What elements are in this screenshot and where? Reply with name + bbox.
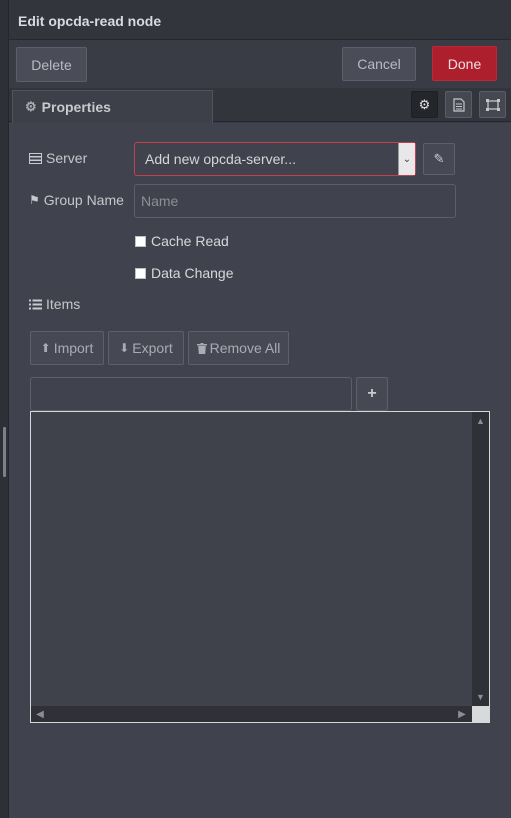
tray-toolbar: Delete Cancel Done xyxy=(9,40,511,88)
export-button[interactable]: ⬇ Export xyxy=(108,331,184,365)
tray-header: Edit opcda-read node xyxy=(9,0,511,40)
vertical-scrollbar[interactable]: ▲ ▼ xyxy=(472,412,489,706)
server-label-text: Server xyxy=(46,150,88,166)
group-name-input[interactable]: Name xyxy=(134,184,456,218)
appearance-icon xyxy=(485,98,500,111)
items-label: Items xyxy=(29,296,80,312)
items-list[interactable]: ▲ ▼ ◀ ▶ xyxy=(30,411,490,723)
cancel-button[interactable]: Cancel xyxy=(342,47,416,81)
server-select-value: Add new opcda-server... xyxy=(145,151,296,167)
tab-appearance[interactable] xyxy=(479,91,506,118)
tab-properties-label: Properties xyxy=(41,99,111,115)
group-name-label: ⚑ Group Name xyxy=(29,192,124,208)
tab-bar: ⚙ Properties ⚙ xyxy=(9,88,511,123)
plus-icon: + xyxy=(367,385,377,402)
export-label: Export xyxy=(132,340,173,356)
add-item-button[interactable]: + xyxy=(356,377,388,411)
gear-icon: ⚙ xyxy=(25,99,37,114)
tag-icon: ⚑ xyxy=(29,193,40,207)
remove-all-label: Remove All xyxy=(209,340,281,356)
group-name-placeholder: Name xyxy=(141,193,179,209)
tab-properties[interactable]: ⚙ Properties xyxy=(12,90,213,123)
horizontal-scrollbar[interactable]: ◀ ▶ xyxy=(31,706,489,722)
scrollbar-corner xyxy=(472,706,489,722)
cache-read-option[interactable]: Cache Read xyxy=(135,233,229,249)
server-select[interactable]: Add new opcda-server... ⌄ xyxy=(134,142,416,176)
scroll-up-icon[interactable]: ▲ xyxy=(472,414,489,428)
resize-handle[interactable] xyxy=(3,427,6,477)
remove-all-button[interactable]: Remove All xyxy=(188,331,289,365)
upload-icon: ⬆ xyxy=(40,341,51,355)
data-change-option[interactable]: Data Change xyxy=(135,265,234,281)
group-name-label-text: Group Name xyxy=(43,192,124,208)
tab-settings[interactable]: ⚙ xyxy=(411,91,438,118)
cache-read-checkbox[interactable] xyxy=(135,235,146,247)
item-input[interactable] xyxy=(30,377,352,411)
edit-server-button[interactable]: ✎ xyxy=(423,143,455,175)
download-icon: ⬇ xyxy=(119,341,130,355)
import-button[interactable]: ⬆ Import xyxy=(30,331,104,365)
pencil-icon: ✎ xyxy=(433,151,445,166)
page-title: Edit opcda-read node xyxy=(18,13,162,29)
server-label: Server xyxy=(29,150,87,166)
chevron-down-icon[interactable]: ⌄ xyxy=(398,143,415,175)
scroll-right-icon[interactable]: ▶ xyxy=(455,706,469,722)
data-change-label: Data Change xyxy=(151,265,234,281)
items-label-text: Items xyxy=(46,296,81,312)
scroll-left-icon[interactable]: ◀ xyxy=(33,706,47,722)
properties-form: Server Add new opcda-server... ⌄ ✎ ⚑ Gro… xyxy=(9,123,511,818)
tab-description[interactable] xyxy=(445,91,472,118)
gear-icon: ⚙ xyxy=(418,96,431,112)
import-label: Import xyxy=(53,340,94,356)
trash-icon xyxy=(196,342,207,354)
cache-read-label: Cache Read xyxy=(151,233,229,249)
list-icon xyxy=(29,299,42,309)
scroll-down-icon[interactable]: ▼ xyxy=(472,690,489,704)
delete-button[interactable]: Delete xyxy=(16,47,87,82)
data-change-checkbox[interactable] xyxy=(135,267,146,279)
done-button[interactable]: Done xyxy=(432,46,497,81)
left-gutter xyxy=(0,0,9,818)
description-icon xyxy=(452,97,465,112)
server-icon xyxy=(29,152,42,164)
